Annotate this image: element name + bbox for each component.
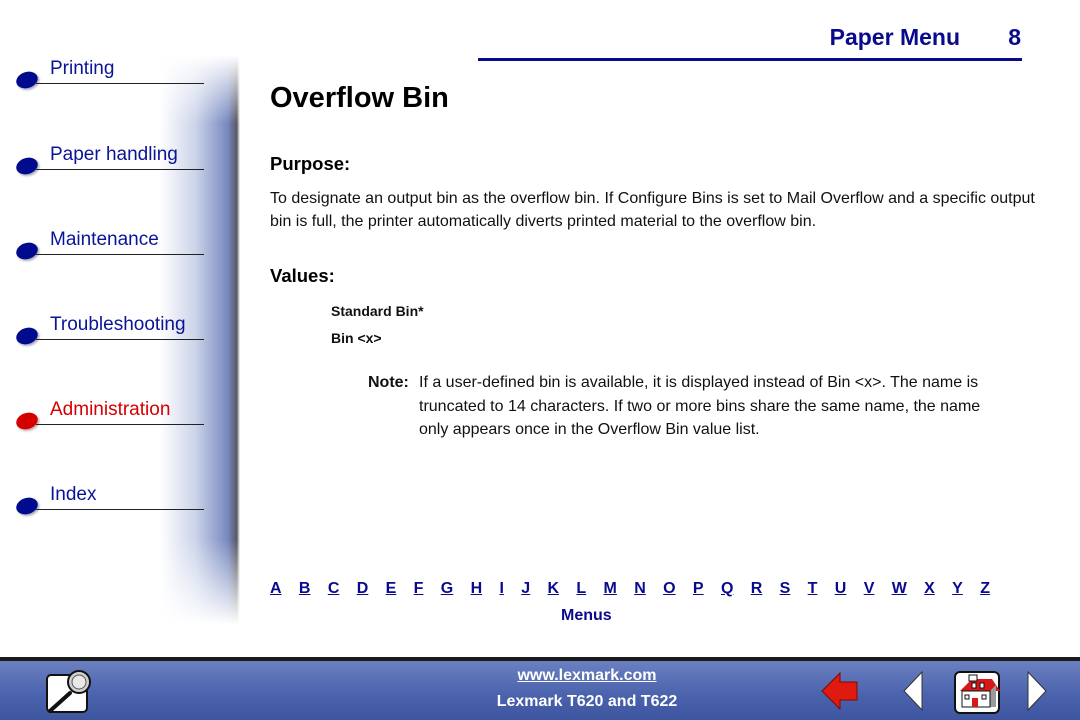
back-button[interactable] xyxy=(820,670,860,712)
purpose-text: To designate an output bin as the overfl… xyxy=(270,190,1035,230)
index-letter-i[interactable]: I xyxy=(499,580,503,598)
index-letter-g[interactable]: G xyxy=(441,580,453,598)
previous-page-icon xyxy=(903,670,923,712)
index-letter-b[interactable]: B xyxy=(299,580,311,598)
sidebar-item-printing[interactable]: Printing xyxy=(14,58,204,92)
sidebar-item-label: Troubleshooting xyxy=(50,314,186,335)
sidebar-item-troubleshooting[interactable]: Troubleshooting xyxy=(14,314,204,348)
sidebar-item-index[interactable]: Index xyxy=(14,484,204,518)
sidebar-item-paper-handling[interactable]: Paper handling xyxy=(14,144,204,178)
sidebar-item-label: Paper handling xyxy=(50,144,178,165)
index-letter-q[interactable]: Q xyxy=(721,580,733,598)
index-letter-h[interactable]: H xyxy=(471,580,483,598)
index-letter-m[interactable]: M xyxy=(604,580,617,598)
sidebar-item-label: Administration xyxy=(50,399,171,420)
note-text: If a user-defined bin is available, it i… xyxy=(419,374,981,438)
index-letter-l[interactable]: L xyxy=(576,580,586,598)
section-title: Paper Menu xyxy=(829,24,960,50)
sidebar-item-maintenance[interactable]: Maintenance xyxy=(14,229,204,263)
index-letter-e[interactable]: E xyxy=(386,580,397,598)
note-label: Note: xyxy=(368,374,409,391)
index-letter-n[interactable]: N xyxy=(634,580,646,598)
index-letter-j[interactable]: J xyxy=(521,580,530,598)
bullet-icon xyxy=(14,494,40,518)
page-number: 8 xyxy=(1008,24,1021,50)
index-letter-u[interactable]: U xyxy=(835,580,847,598)
index-letter-p[interactable]: P xyxy=(693,580,704,598)
index-letter-f[interactable]: F xyxy=(414,580,424,598)
bullet-icon xyxy=(14,409,40,433)
bullet-icon xyxy=(14,324,40,348)
value-item: Bin <x> xyxy=(331,330,382,346)
index-letter-v[interactable]: V xyxy=(864,580,875,598)
alphabet-index: A B C D E F G H I J K L M N O P Q R S T … xyxy=(270,580,990,598)
bullet-icon xyxy=(14,68,40,92)
index-letter-o[interactable]: O xyxy=(663,580,675,598)
next-page-icon xyxy=(1027,670,1047,712)
index-letter-k[interactable]: K xyxy=(548,580,560,598)
bullet-icon xyxy=(14,239,40,263)
divider xyxy=(36,83,204,84)
divider xyxy=(36,254,204,255)
sidebar-item-label: Index xyxy=(50,484,97,505)
home-icon xyxy=(954,671,1000,714)
sidebar-item-label: Maintenance xyxy=(50,229,159,250)
index-letter-a[interactable]: A xyxy=(270,580,282,598)
purpose-heading: Purpose: xyxy=(270,153,351,174)
index-letter-z[interactable]: Z xyxy=(980,580,990,598)
header-divider xyxy=(478,58,1022,61)
index-letter-w[interactable]: W xyxy=(892,580,907,598)
values-heading: Values: xyxy=(270,265,335,286)
divider xyxy=(36,169,204,170)
sidebar-item-label: Printing xyxy=(50,58,115,79)
index-letter-c[interactable]: C xyxy=(328,580,340,598)
index-letter-d[interactable]: D xyxy=(357,580,369,598)
divider xyxy=(36,339,204,340)
divider xyxy=(36,509,204,510)
index-letter-x[interactable]: X xyxy=(924,580,935,598)
value-item: Standard Bin* xyxy=(331,303,424,319)
back-arrow-icon xyxy=(821,671,858,711)
sidebar-item-administration[interactable]: Administration xyxy=(14,399,204,433)
page-title: Overflow Bin xyxy=(270,82,449,114)
index-letter-t[interactable]: T xyxy=(808,580,818,598)
menus-link[interactable]: Menus xyxy=(561,607,612,625)
index-letter-r[interactable]: R xyxy=(751,580,763,598)
divider xyxy=(36,424,204,425)
index-letter-y[interactable]: Y xyxy=(952,580,963,598)
previous-page-button[interactable] xyxy=(900,670,926,712)
index-letter-s[interactable]: S xyxy=(780,580,791,598)
next-page-button[interactable] xyxy=(1024,670,1050,712)
bullet-icon xyxy=(14,154,40,178)
home-button[interactable] xyxy=(952,669,1004,715)
